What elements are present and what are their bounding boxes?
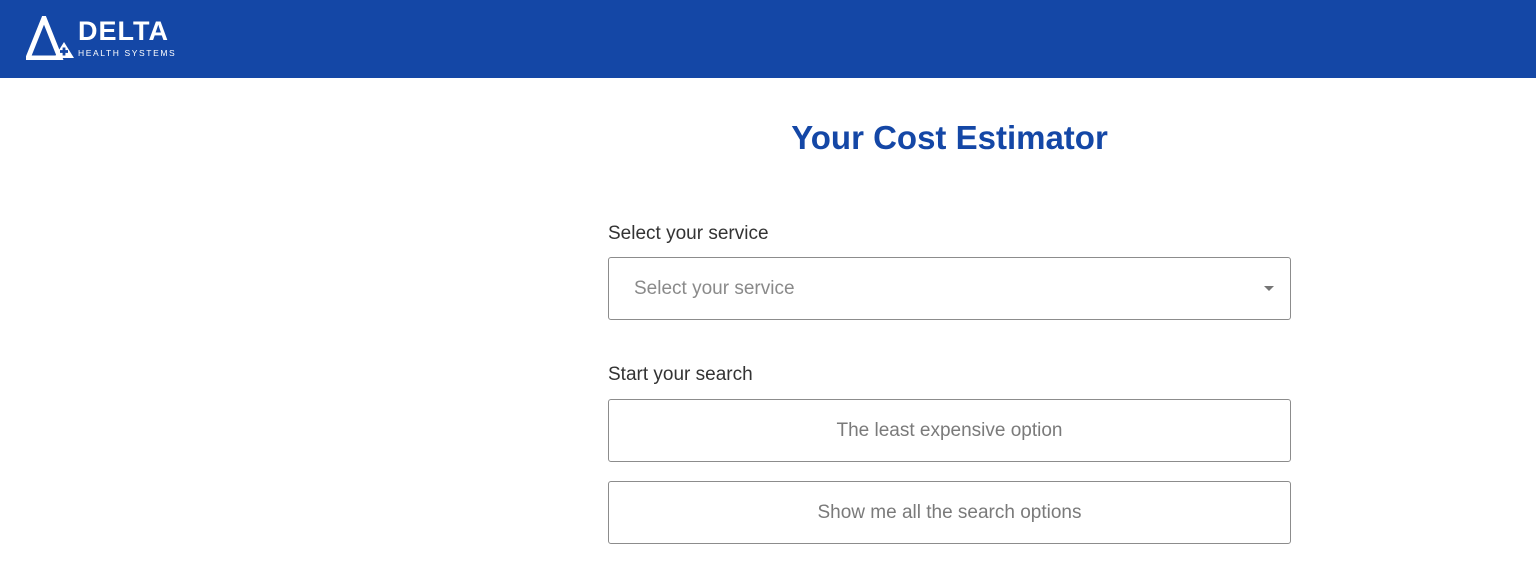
all-search-options-button[interactable]: Show me all the search options — [608, 481, 1291, 544]
logo-wordmark: DELTA HEALTH SYSTEMS — [78, 16, 177, 59]
caret-down-icon — [1264, 286, 1274, 291]
least-expensive-option-button[interactable]: The least expensive option — [608, 399, 1291, 462]
service-select-placeholder: Select your service — [634, 278, 795, 299]
delta-health-systems-logo[interactable]: DELTA HEALTH SYSTEMS — [26, 16, 175, 60]
service-select[interactable]: Select your service — [608, 257, 1291, 320]
top-header-bar: DELTA HEALTH SYSTEMS — [0, 0, 1536, 78]
service-label: Select your service — [608, 223, 769, 244]
brand-name: DELTA — [78, 16, 169, 46]
search-label: Start your search — [608, 364, 753, 385]
page-title: Your Cost Estimator — [791, 119, 1108, 156]
brand-tagline: HEALTH SYSTEMS — [78, 48, 177, 58]
delta-triangle-cross-icon — [26, 16, 74, 60]
